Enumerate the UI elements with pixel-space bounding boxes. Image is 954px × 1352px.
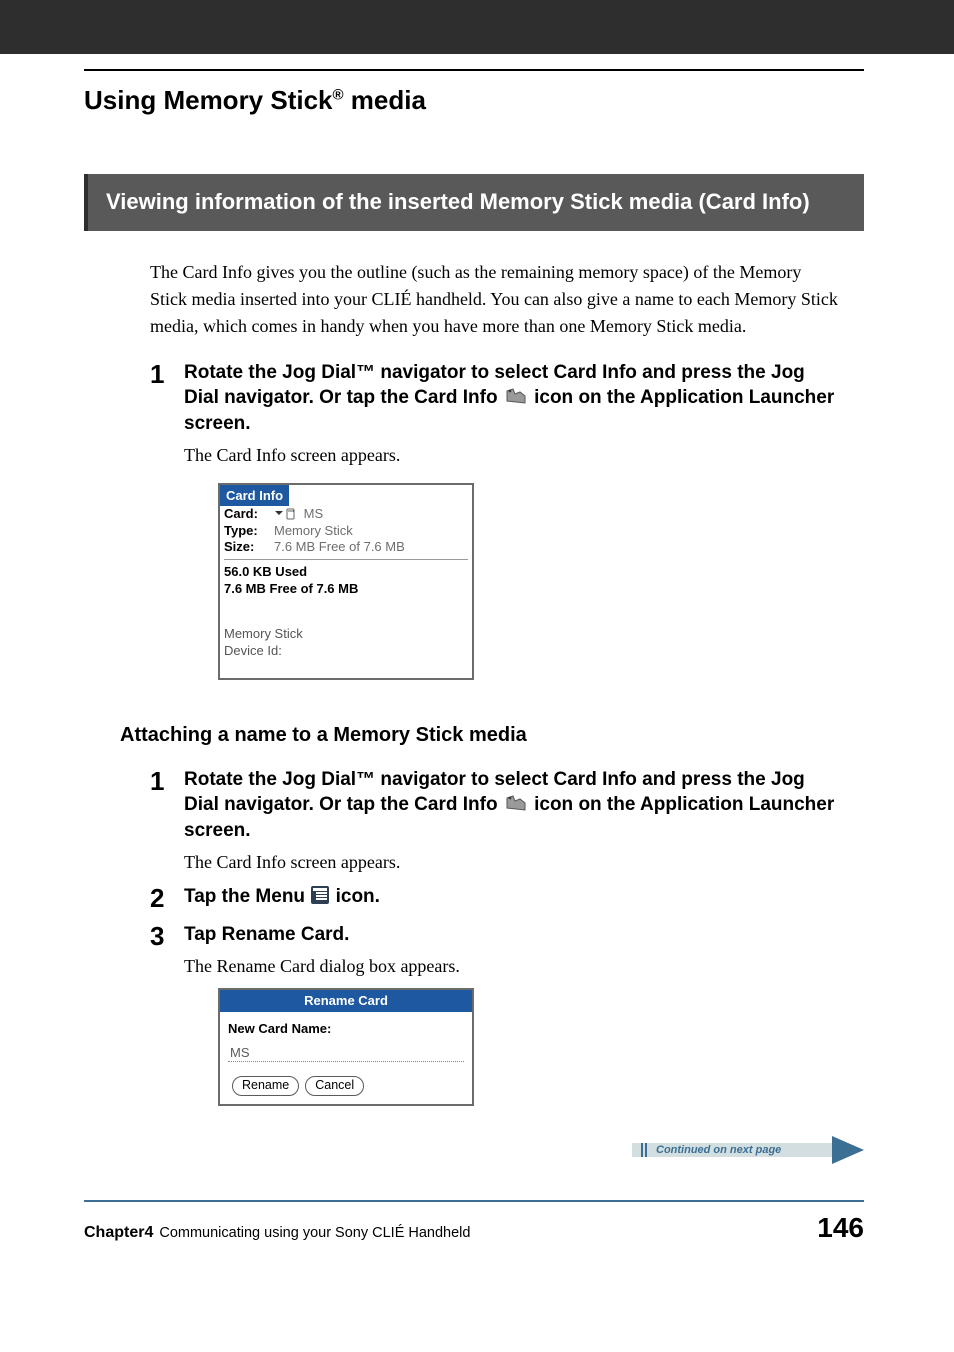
step-number: 1 <box>150 767 184 874</box>
section-title-post: media <box>344 85 426 115</box>
cardinfo-card-text: MS <box>304 506 324 521</box>
cardinfo-type-value: Memory Stick <box>274 523 353 539</box>
step-number: 2 <box>150 884 184 913</box>
top-bar <box>0 0 954 54</box>
rename-label: New Card Name: <box>228 1020 464 1038</box>
registered-mark: ® <box>333 86 344 103</box>
b-step-2-instruction: Tap the Menu icon. <box>184 884 842 910</box>
chapter-title: Communicating using your Sony CLIÉ Handh… <box>159 1225 470 1241</box>
b-step-2-text-a: Tap the Menu <box>184 886 310 907</box>
intro-paragraph: The Card Info gives you the outline (suc… <box>150 259 842 340</box>
card-info-icon <box>503 386 529 406</box>
cardinfo-bottom-b: Device Id: <box>224 643 282 658</box>
rename-input[interactable]: MS <box>228 1044 464 1063</box>
b-step-3-instruction: Tap Rename Card. <box>184 922 842 948</box>
rename-titlebar: Rename Card <box>220 990 472 1012</box>
subsection-heading: Attaching a name to a Memory Stick media <box>120 724 842 747</box>
rename-button[interactable]: Rename <box>232 1076 299 1096</box>
b-step-3-explain: The Rename Card dialog box appears. <box>184 954 842 978</box>
continued-indicator: Continued on next page <box>632 1136 864 1164</box>
cardinfo-type-label: Type: <box>224 523 274 539</box>
subsection-banner-text: Viewing information of the inserted Memo… <box>106 189 810 214</box>
b-step-2: 2 Tap the Menu icon. <box>150 884 842 913</box>
cardinfo-size-label: Size: <box>224 539 274 555</box>
b-step-3: 3 Tap Rename Card. The Rename Card dialo… <box>150 922 842 1105</box>
b-step-1-explain: The Card Info screen appears. <box>184 850 842 874</box>
b-step-1-instruction: Rotate the Jog Dial™ navigator to select… <box>184 767 842 844</box>
card-info-icon <box>503 793 529 813</box>
cardinfo-bottom-a: Memory Stick <box>224 626 303 641</box>
cardinfo-card-label: Card: <box>224 506 274 522</box>
cardinfo-screenshot: Card Info Card: MS <box>218 483 474 680</box>
cardinfo-card-value: MS <box>274 506 323 522</box>
arrow-right-icon <box>832 1136 864 1164</box>
section-title: Using Memory Stick® media <box>84 69 864 124</box>
chapter-label: Chapter4 <box>84 1224 153 1242</box>
b-step-2-text-b: icon. <box>336 886 380 907</box>
cardinfo-size-value: 7.6 MB Free of 7.6 MB <box>274 539 405 555</box>
page-footer: Chapter4 Communicating using your Sony C… <box>84 1200 864 1284</box>
page-number: 146 <box>817 1212 864 1244</box>
menu-icon <box>310 885 330 905</box>
step-1-instruction: Rotate the Jog Dial™ navigator to select… <box>184 360 842 437</box>
b-step-1: 1 Rotate the Jog Dial™ navigator to sele… <box>150 767 842 874</box>
step-number: 3 <box>150 922 184 1105</box>
step-number: 1 <box>150 360 184 680</box>
cardinfo-used: 56.0 KB Used <box>224 564 466 581</box>
top-gap <box>0 54 954 69</box>
step-1: 1 Rotate the Jog Dial™ navigator to sele… <box>150 360 842 680</box>
section-title-pre: Using Memory Stick <box>84 85 333 115</box>
cardinfo-free: 7.6 MB Free of 7.6 MB <box>224 581 466 598</box>
rename-card-screenshot: Rename Card New Card Name: MS Rename Can… <box>218 988 474 1105</box>
cancel-button[interactable]: Cancel <box>305 1076 364 1096</box>
step-1-explain: The Card Info screen appears. <box>184 443 842 467</box>
continued-text: Continued on next page <box>656 1143 781 1157</box>
cardinfo-separator <box>224 559 468 560</box>
cardinfo-titlebar: Card Info <box>220 485 289 507</box>
subsection-banner: Viewing information of the inserted Memo… <box>84 174 864 231</box>
